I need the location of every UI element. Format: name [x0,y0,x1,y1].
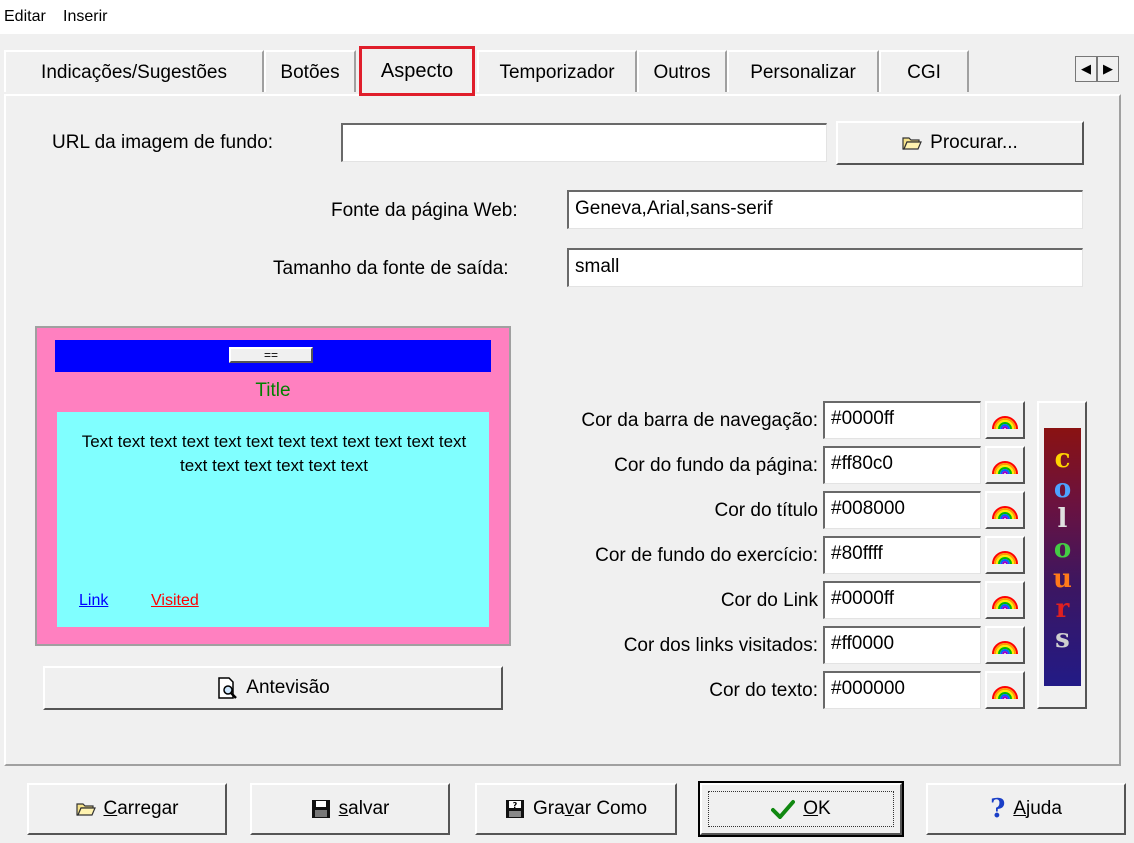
color-value-input-3[interactable]: #80ffff [823,536,981,574]
color-label-2: Cor do título [714,500,819,521]
color-picker-button-4[interactable] [985,581,1025,619]
tab-scroll-right-icon[interactable]: ▶ [1097,56,1119,82]
preview-button[interactable]: Antevisão [43,666,503,710]
colours-letter: r [1055,594,1070,624]
rainbow-icon [992,596,1018,610]
help-question-icon: ? [990,794,1006,824]
preview-exercise-area: Text text text text text text text text … [57,412,489,627]
menu-inserir[interactable]: Inserir [63,8,107,26]
color-label-0: Cor da barra de navegação: [581,410,818,431]
folder-open-icon [75,803,96,816]
color-label-5: Cor dos links visitados: [623,635,818,656]
rainbow-icon [992,686,1018,700]
colours-letter: o [1053,534,1072,564]
font-size-input[interactable]: small [567,248,1083,287]
color-picker-button-1[interactable] [985,446,1025,484]
tab-indicacoes[interactable]: Indicações/Sugestões [4,50,264,92]
tab-botoes[interactable]: Botões [264,50,356,92]
colours-letter: o [1053,474,1072,504]
tab-cgi[interactable]: CGI [879,50,969,92]
save-as-button[interactable]: ? Gravar Como [475,783,677,835]
rainbow-icon [992,461,1018,475]
save-as-icon: ? [505,800,524,818]
tab-outros[interactable]: Outros [637,50,727,92]
load-button[interactable]: Carregar [27,783,227,835]
color-label-3: Cor de fundo do exercício: [595,545,818,566]
menubar: Editar Inserir [0,0,1134,34]
browse-button[interactable]: Procurar... [836,121,1084,165]
color-picker-button-5[interactable] [985,626,1025,664]
ok-button[interactable]: OK [698,781,904,837]
preview-title: Title [255,380,291,401]
color-label-6: Cor do texto: [709,680,818,701]
rainbow-icon [992,551,1018,565]
font-label: Fonte da página Web: [331,200,518,221]
help-button[interactable]: ? Ajuda [926,783,1126,835]
color-value-input-0[interactable]: #0000ff [823,401,981,439]
preview-magnifier-icon [218,677,238,699]
font-input[interactable]: Geneva,Arial,sans-serif [567,190,1083,229]
tab-personalizar[interactable]: Personalizar [727,50,879,92]
floppy-disk-icon [311,800,330,818]
rainbow-icon [992,641,1018,655]
help-label: Ajuda [1013,798,1062,819]
svg-text:?: ? [513,801,518,810]
colours-letter: c [1054,444,1071,474]
save-label: salvar [338,798,390,819]
colours-letter: s [1055,624,1070,654]
preview-body-text: Text text text text text text text text … [81,432,467,475]
font-size-label: Tamanho da fonte de saída: [273,258,509,279]
color-picker-button-2[interactable] [985,491,1025,529]
color-picker-button-6[interactable] [985,671,1025,709]
page-preview: == Title Text text text text text text t… [35,326,511,646]
colours-letter: u [1053,564,1072,594]
preview-navbar: == [55,340,491,372]
color-label-4: Cor do Link [720,590,818,611]
color-value-input-6[interactable]: #000000 [823,671,981,709]
save-button[interactable]: salvar [250,783,450,835]
preview-visited-link: Visited [151,592,199,609]
rainbow-icon [992,416,1018,430]
browse-label: Procurar... [930,132,1018,153]
save-as-label: Gravar Como [532,798,648,819]
bg-url-label: URL da imagem de fundo: [52,132,274,153]
color-value-input-4[interactable]: #0000ff [823,581,981,619]
colours-letter: l [1057,504,1068,534]
preview-button-label: Antevisão [246,677,330,698]
preview-link: Link [79,592,109,609]
rainbow-icon [992,506,1018,520]
color-picker-button-0[interactable] [985,401,1025,439]
load-label: Carregar [103,798,179,819]
tab-temporizador[interactable]: Temporizador [477,50,637,92]
colours-banner: colours [1044,428,1081,686]
colours-button[interactable]: colours [1037,401,1087,709]
color-label-1: Cor do fundo da página: [614,455,818,476]
color-picker-button-3[interactable] [985,536,1025,574]
preview-nav-button: == [229,347,313,363]
color-value-input-2[interactable]: #008000 [823,491,981,529]
tab-aspecto[interactable]: Aspecto [359,46,475,96]
tab-scroll-left-icon[interactable]: ◀ [1075,56,1097,82]
color-value-input-5[interactable]: #ff0000 [823,626,981,664]
bg-url-input[interactable] [341,123,827,162]
folder-open-icon [902,137,923,150]
color-value-input-1[interactable]: #ff80c0 [823,446,981,484]
menu-editar[interactable]: Editar [4,8,46,26]
